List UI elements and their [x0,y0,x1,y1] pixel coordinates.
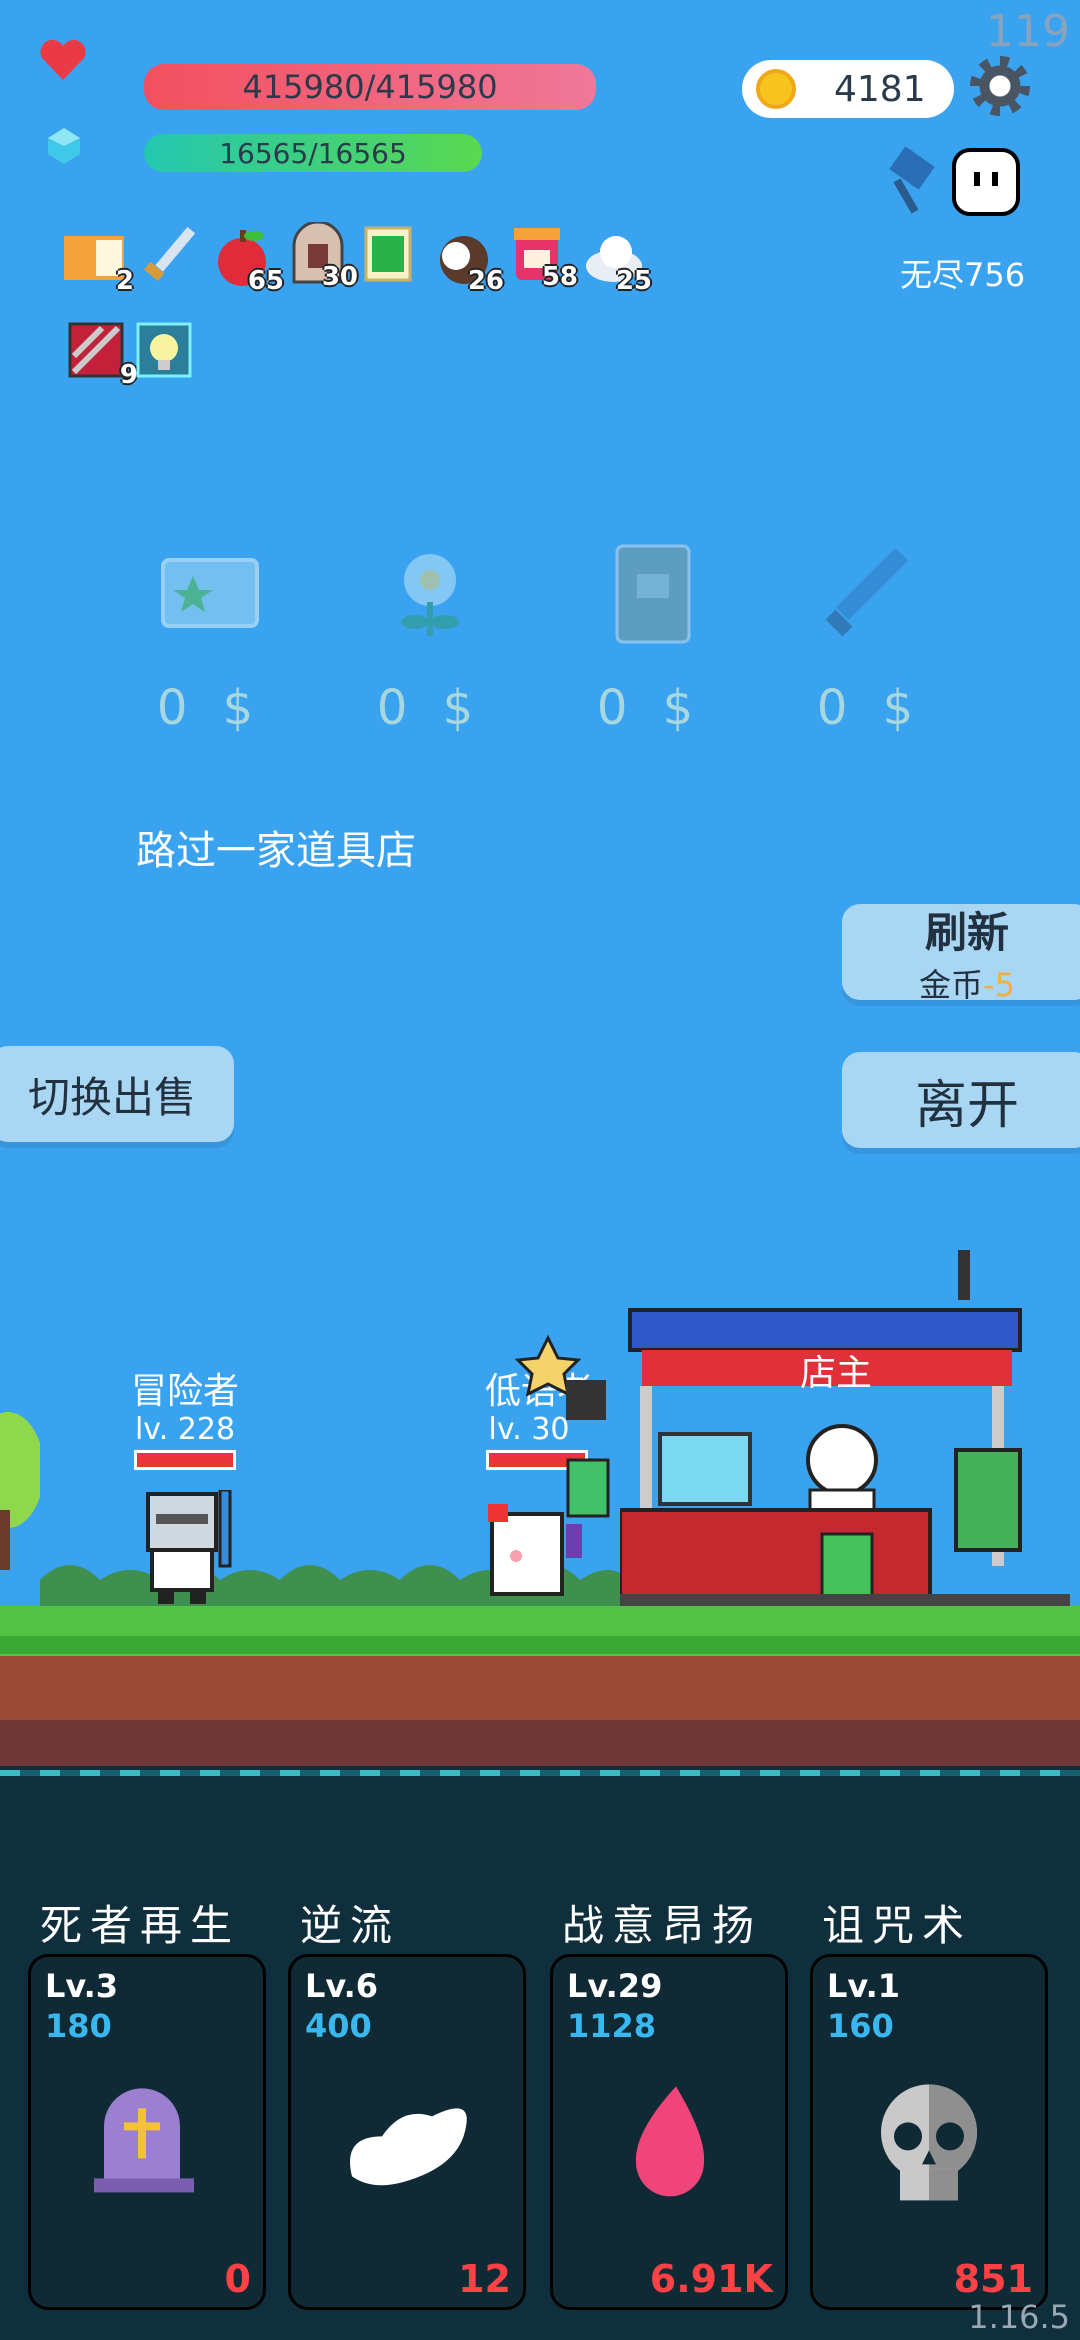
ghost-avatar-icon[interactable] [950,146,1022,218]
green-card-icon[interactable] [358,222,422,286]
version-label: 1.16.5 [968,2298,1070,2336]
item-count: 65 [247,266,284,296]
book-icon [595,540,705,650]
skill-cost: 160 [827,2007,894,2045]
star-card-icon [155,540,265,650]
gear-icon[interactable] [970,56,1030,116]
item-count: 26 [467,266,504,296]
flower-icon [375,540,485,650]
jam-jar-icon[interactable]: 58 [506,222,578,292]
coin-counter: 4181 [742,60,954,118]
shop-item-4[interactable]: 0 $ [800,540,940,736]
skill-name: 逆流 [300,1901,401,1950]
bush-icon [0,1400,44,1590]
skill-card-fighting-spirit[interactable]: Lv.29 1128 6.91K [550,1954,788,2310]
skill-card-curse[interactable]: Lv.1 160 851 [810,1954,1048,2310]
coin-icon [756,69,796,109]
skill-count: 0 [224,2257,251,2301]
refresh-cost-label: 金币 [919,965,984,1004]
heart-icon [38,38,88,82]
fps-counter: 119 [986,6,1070,57]
skill-cost: 400 [305,2007,372,2045]
shop-item-1[interactable]: 0 $ [140,540,280,736]
tombstone-icon[interactable]: 30 [286,220,358,292]
shop-item-3[interactable]: 0 $ [580,540,720,736]
endless-stage-label: 无尽756 [900,256,1026,294]
knight-icon[interactable] [138,1488,258,1606]
shop-item-price: 0 $ [816,680,924,736]
grass-shade [0,1636,1080,1654]
mp-bar: 16565/16565 [144,134,482,172]
leave-button[interactable]: 离开 [842,1052,1080,1148]
skill-name: 死者再生 [40,1901,241,1950]
flame-icon [614,2082,724,2206]
whisperer-icon[interactable] [486,1334,636,1606]
hp-bar: 415980/415980 [144,64,596,110]
refresh-label: 刷新 [924,907,1009,957]
refresh-cost: 金币-5 [919,960,1015,1006]
shop-item-price: 0 $ [156,680,264,736]
axe-icon[interactable] [864,142,944,222]
item-count: 30 [321,262,358,292]
skill-count: 6.91K [649,2257,773,2301]
event-text: 路过一家道具店 [136,828,416,874]
skill-count: 12 [458,2257,511,2301]
sword-icon[interactable] [138,222,202,286]
wing-icon [342,2086,472,2200]
shop-item-2[interactable]: 0 $ [360,540,500,736]
hp-text: 415980/415980 [242,68,498,106]
dirt-shade [0,1720,1080,1766]
coin-amount: 4181 [834,68,926,110]
switch-sell-label: 切换出售 [27,1072,196,1122]
skill-cost: 180 [45,2007,112,2045]
coconut-icon[interactable]: 26 [432,226,504,296]
skill-name: 战意昂扬 [562,1901,763,1950]
shopkeeper-label: 店主 [800,1353,873,1394]
apple-icon[interactable]: 65 [212,226,284,296]
mana-crystal-icon [44,126,84,166]
skill-cost: 1128 [567,2007,657,2045]
skill-name: 诅咒术 [822,1901,973,1950]
lightbulb-icon[interactable] [134,320,198,384]
skill-level: Lv.1 [827,1967,901,2005]
hero-hp-bar [134,1450,236,1470]
hero-name: 冒险者 [130,1371,239,1412]
item-count: 2 [115,266,134,296]
switch-sell-button[interactable]: 切换出售 [0,1046,234,1142]
item-count: 58 [541,262,578,292]
skill-level: Lv.29 [567,1967,663,2005]
striped-card-icon[interactable]: 9 [66,320,138,390]
hero-level: lv. 228 [134,1412,236,1447]
leave-label: 离开 [914,1075,1019,1136]
sword-icon [815,540,925,650]
shop-item-price: 0 $ [596,680,704,736]
skill-level: Lv.6 [305,1967,379,2005]
skill-level: Lv.3 [45,1967,119,2005]
refresh-cost-value: -5 [983,965,1015,1004]
scroll-icon[interactable]: 2 [62,226,134,296]
shop-item-price: 0 $ [376,680,484,736]
water-edge [0,1770,1080,1776]
skill-card-reverse[interactable]: Lv.6 400 12 [288,1954,526,2310]
mp-text: 16565/16565 [219,136,407,170]
grave-cross-icon [92,2086,202,2200]
skill-card-revive[interactable]: Lv.3 180 0 [28,1954,266,2310]
cloud-icon[interactable]: 25 [580,226,652,296]
skill-count: 851 [953,2257,1033,2301]
skull-icon [864,2078,994,2212]
refresh-button[interactable]: 刷新 金币-5 [842,904,1080,1004]
item-count: 25 [615,266,652,296]
shop-cart-icon[interactable] [618,1250,1070,1610]
